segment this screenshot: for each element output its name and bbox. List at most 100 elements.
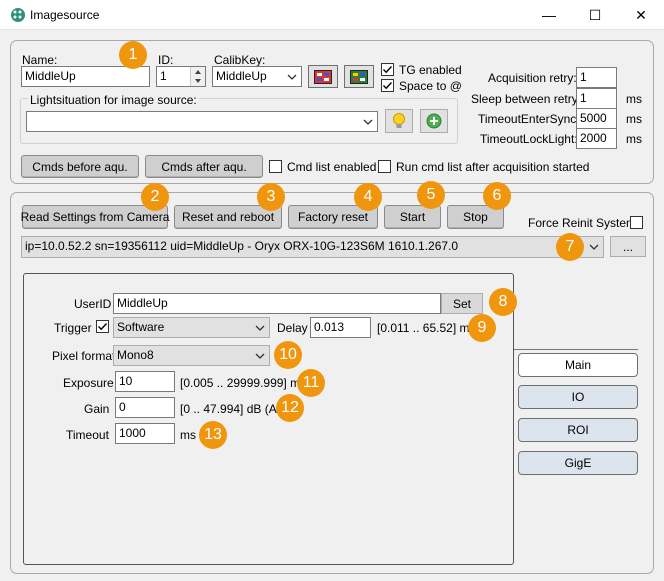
calibkey-label: CalibKey: [214,53,266,67]
minimize-button[interactable]: — [526,0,572,30]
delay-label: Delay [277,321,308,335]
calibkey-value: MiddleUp [216,69,267,83]
timeout-light-label: TimeoutLockLight: [480,132,578,146]
cmd-list-enabled-label: Cmd list enabled [287,160,377,174]
maximize-button[interactable]: ☐ [572,0,618,30]
close-icon: ✕ [635,6,647,23]
chevron-down-icon [255,353,265,359]
device-value: ip=10.0.52.2 sn=19356112 uid=MiddleUp - … [25,239,459,253]
callout-badge-12: 12 [276,394,304,422]
pixel-format-value: Mono8 [117,348,154,362]
acq-retry-label: Acquisition retry: [488,71,577,85]
callout-badge-7: 7 [556,233,584,261]
acq-retry-input[interactable]: 1 [576,67,617,88]
calibkey-combo[interactable]: MiddleUp [212,66,302,87]
chevron-down-icon [363,119,373,125]
lightsituation-label: Lightsituation for image source: [28,93,199,107]
light-bulb-button[interactable] [385,109,413,133]
trigger-combo[interactable]: Software [113,317,270,338]
callout-badge-1: 1 [119,41,147,69]
delay-range: [0.011 .. 65.52] ms [377,321,476,335]
exposure-range: [0.005 .. 29999.999] ms [180,376,307,390]
timeout-sync-unit: ms [626,112,642,126]
force-reinit-label: Force Reinit System [528,216,637,230]
timeout-light-input[interactable]: 2000 [576,128,617,149]
gain-input[interactable]: 0 [115,397,175,418]
window-title: Imagesource [30,8,100,22]
callout-badge-2: 2 [141,183,169,211]
run-cmd-list-checkbox[interactable] [378,160,391,173]
callout-badge-4: 4 [354,183,382,211]
exposure-input[interactable]: 10 [115,371,175,392]
lightsituation-combo[interactable] [26,111,378,132]
plus-circle-icon [426,113,442,129]
space-to-checkbox[interactable] [381,79,394,92]
timeout-unit: ms [180,428,196,442]
check-icon [383,66,393,74]
delay-input[interactable]: 0.013 [310,317,371,338]
gain-range: [0 .. 47.994] dB (All) [180,402,287,416]
tab-roi[interactable]: ROI [518,418,638,442]
pixel-format-label: Pixel format [52,349,116,363]
timeout-label: Timeout [66,428,109,442]
sleep-label: Sleep between retry: [471,92,582,106]
space-to-label: Space to @ [399,79,462,93]
tg-enabled-label: TG enabled [399,63,462,77]
tab-io[interactable]: IO [518,385,638,409]
app-icon [10,7,26,23]
read-settings-button[interactable]: Read Settings from Camera [21,205,169,229]
calib-grid-icon [314,69,332,84]
timeout-sync-input[interactable]: 5000 [576,108,617,129]
id-label: ID: [158,53,174,67]
trigger-value: Software [117,320,165,334]
calib-view-button[interactable] [308,65,338,88]
callout-badge-5: 5 [417,181,445,209]
maximize-icon: ☐ [588,6,602,23]
check-icon [98,323,108,331]
device-combo[interactable]: ip=10.0.52.2 sn=19356112 uid=MiddleUp - … [21,236,604,258]
sleep-input[interactable]: 1 [576,88,617,109]
tab-gige[interactable]: GigE [518,451,638,475]
exposure-label: Exposure [63,376,114,390]
callout-badge-8: 8 [489,288,517,316]
cmds-before-button[interactable]: Cmds before aqu. [21,155,139,178]
callout-badge-13: 13 [199,421,227,449]
callout-badge-9: 9 [468,314,496,342]
callout-badge-6: 6 [483,182,511,210]
timeout-input[interactable]: 1000 [115,423,175,444]
id-value: 1 [160,69,167,83]
trigger-checkbox[interactable] [96,320,109,333]
timeout-sync-label: TimeoutEnterSync: [478,112,580,126]
sleep-unit: ms [626,92,642,106]
close-button[interactable]: ✕ [618,0,664,30]
chevron-down-icon [287,74,297,80]
name-input[interactable]: MiddleUp [21,66,150,87]
cmd-list-enabled-checkbox[interactable] [269,160,282,173]
browse-button[interactable]: ... [610,236,646,257]
callout-badge-11: 11 [297,369,325,397]
tab-divider [514,349,638,350]
force-reinit-checkbox[interactable] [630,216,643,229]
tg-enabled-checkbox[interactable] [381,63,394,76]
id-spin-buttons[interactable] [190,67,205,86]
minimize-icon: — [542,7,556,23]
cmds-after-button[interactable]: Cmds after aqu. [145,155,263,178]
tab-main[interactable]: Main [518,353,638,377]
chevron-down-icon [589,244,599,250]
pixel-format-combo[interactable]: Mono8 [113,345,270,366]
add-light-button[interactable] [420,109,448,133]
check-icon [383,82,393,90]
callout-badge-3: 3 [257,183,285,211]
set-userid-button[interactable]: Set [441,293,483,314]
calib-edit-button[interactable] [344,65,374,88]
run-cmd-list-label: Run cmd list after acquisition started [396,160,590,174]
chevron-down-icon [255,325,265,331]
light-bulb-icon [393,113,405,128]
id-stepper[interactable]: 1 [156,66,206,87]
userid-input[interactable]: MiddleUp [113,293,441,314]
calib-edit-icon [350,69,368,84]
userid-label: UserID [74,297,112,311]
gain-label: Gain [84,402,110,416]
timeout-light-unit: ms [626,132,642,146]
callout-badge-10: 10 [274,341,302,369]
